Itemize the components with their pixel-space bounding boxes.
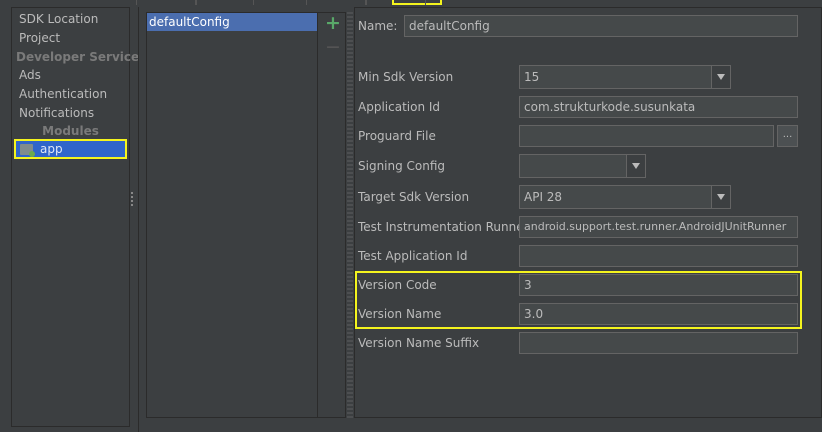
plus-icon[interactable]: +	[325, 14, 341, 33]
min-sdk-dropdown[interactable]: 15	[519, 65, 731, 89]
sidebar-item-project[interactable]: Project	[19, 29, 60, 47]
test-app-id-label: Test Application Id	[358, 249, 468, 263]
sidebar-item-module-app[interactable]: app	[14, 139, 127, 159]
chevron-down-icon[interactable]	[626, 155, 645, 177]
tab-properties[interactable]	[136, 0, 196, 5]
min-sdk-value: 15	[524, 70, 540, 84]
name-label: Name:	[358, 19, 398, 33]
module-folder-icon	[20, 144, 35, 157]
sidebar-item-authentication[interactable]: Authentication	[19, 85, 107, 103]
application-id-label: Application Id	[358, 100, 441, 114]
sidebar-item-sdk-location[interactable]: SDK Location	[19, 10, 98, 28]
tab-dependencies[interactable]	[366, 0, 426, 5]
proguard-file-label: Proguard File	[358, 129, 436, 143]
list-toolbar: + −	[318, 12, 346, 418]
name-field[interactable]: defaultConfig	[404, 15, 798, 37]
application-id-field[interactable]: com.strukturkode.susunkata	[519, 96, 798, 118]
version-code-field[interactable]: 3	[519, 274, 798, 296]
browse-button[interactable]: ...	[777, 125, 798, 147]
test-runner-field[interactable]: android.support.test.runner.AndroidJUnit…	[519, 216, 798, 238]
sidebar-splitter-handle[interactable]	[130, 190, 134, 214]
sidebar-item-ads[interactable]: Ads	[19, 66, 41, 84]
target-sdk-value: API 28	[524, 190, 563, 204]
version-name-field[interactable]: 3.0	[519, 303, 798, 325]
tab-build-types[interactable]	[306, 0, 366, 5]
version-name-label: Version Name	[358, 307, 442, 321]
list-splitter-handle[interactable]	[347, 12, 353, 418]
list-item-default-config[interactable]: defaultConfig	[147, 13, 317, 31]
module-label: app	[40, 142, 63, 156]
project-structure-sidebar: SDK Location Project Developer Services …	[11, 7, 146, 427]
sidebar-header-developer-services: Developer Services	[16, 50, 147, 64]
version-name-suffix-label: Version Name Suffix	[358, 336, 480, 350]
minus-icon[interactable]: −	[325, 38, 341, 57]
target-sdk-label: Target Sdk Version	[358, 190, 470, 204]
proguard-file-field[interactable]	[519, 125, 774, 147]
chevron-down-icon[interactable]	[711, 186, 730, 208]
version-code-label: Version Code	[358, 278, 437, 292]
top-tab-strip	[136, 0, 822, 6]
tab-signing[interactable]	[196, 0, 254, 5]
target-sdk-dropdown[interactable]: API 28	[519, 185, 731, 209]
flavor-config-list: defaultConfig	[146, 12, 318, 418]
test-app-id-field[interactable]	[519, 245, 798, 267]
sidebar-header-modules: Modules	[42, 124, 99, 138]
signing-config-dropdown[interactable]	[519, 154, 646, 178]
test-runner-label: Test Instrumentation Runner	[358, 220, 529, 234]
sidebar-item-notifications[interactable]: Notifications	[19, 104, 94, 122]
signing-config-label: Signing Config	[358, 159, 446, 173]
chevron-down-icon[interactable]	[711, 66, 730, 88]
version-name-suffix-field[interactable]	[519, 332, 798, 354]
min-sdk-label: Min Sdk Version	[358, 70, 454, 84]
